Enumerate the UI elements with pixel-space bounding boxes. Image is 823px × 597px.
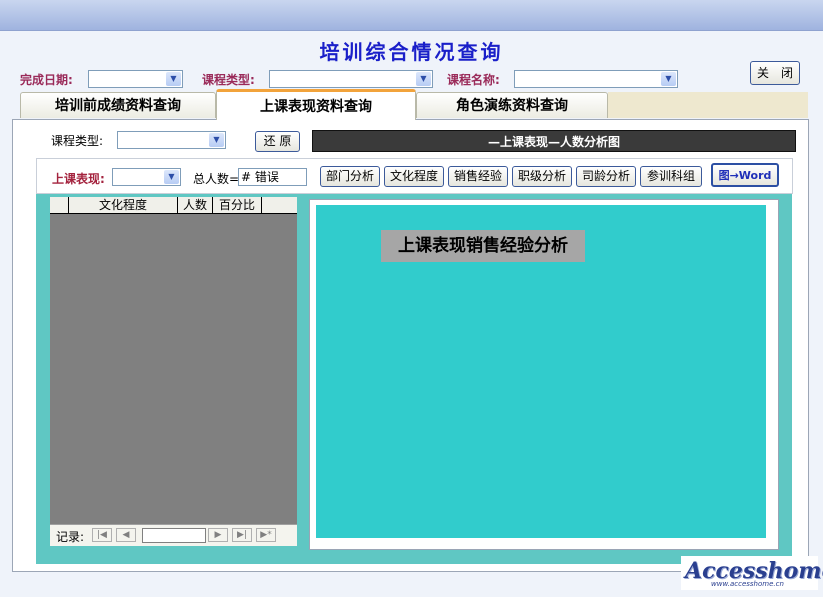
tab-class-performance[interactable]: 上课表现资料查询: [216, 89, 416, 120]
course-type-label: 课程类型:: [202, 73, 255, 87]
panel-course-type-combo[interactable]: ▼: [117, 131, 226, 149]
chevron-down-icon[interactable]: ▼: [416, 72, 431, 86]
close-button[interactable]: 关 闭: [750, 61, 800, 85]
course-type-combo[interactable]: ▼: [269, 70, 433, 88]
new-record-icon[interactable]: ▶*: [256, 528, 276, 542]
record-label: 记录:: [56, 530, 85, 544]
chart-title: 上课表现销售经验分析: [381, 230, 585, 262]
record-number-field[interactable]: [142, 528, 206, 543]
chevron-down-icon[interactable]: ▼: [209, 133, 224, 147]
chevron-down-icon[interactable]: ▼: [166, 72, 181, 86]
panel-course-type-label: 课程类型:: [51, 134, 104, 148]
window-titlebar: [0, 0, 823, 31]
completion-date-label: 完成日期:: [20, 73, 73, 87]
rank-analysis-button[interactable]: 职级分析: [512, 166, 572, 187]
chevron-down-icon[interactable]: ▼: [164, 170, 179, 184]
grid-header: 文化程度 人数 百分比: [50, 197, 297, 214]
export-to-word-button[interactable]: 图→Word: [711, 163, 779, 187]
record-navigator: 记录: |◀ ◀ ▶ ▶| ▶*: [50, 524, 297, 546]
form-title: 培训综合情况查询: [319, 40, 504, 64]
total-count-label: 总人数=: [193, 172, 240, 186]
grid-column-education[interactable]: 文化程度: [69, 197, 178, 213]
grid-row-selector-header[interactable]: [50, 197, 69, 213]
watermark-url: www.accesshome.cn: [711, 580, 784, 588]
restore-button[interactable]: 还 原: [255, 131, 300, 152]
accesshome-logo: Accesshome www.accesshome.cn: [681, 556, 823, 590]
grid-column-count[interactable]: 人数: [178, 197, 213, 213]
performance-label: 上课表现:: [52, 172, 105, 186]
sales-experience-button[interactable]: 销售经验: [448, 166, 508, 187]
education-level-button[interactable]: 文化程度: [384, 166, 444, 187]
tab-pre-training-scores[interactable]: 培训前成绩资料查询: [20, 92, 216, 118]
performance-combo[interactable]: ▼: [112, 168, 181, 186]
tabstrip-background: [608, 92, 808, 118]
chevron-down-icon[interactable]: ▼: [661, 72, 676, 86]
last-record-icon[interactable]: ▶|: [232, 528, 252, 542]
department-analysis-button[interactable]: 部门分析: [320, 166, 380, 187]
first-record-icon[interactable]: |◀: [92, 528, 112, 542]
previous-record-icon[interactable]: ◀: [116, 528, 136, 542]
tab-role-play[interactable]: 角色演练资料查询: [416, 92, 608, 118]
next-record-icon[interactable]: ▶: [208, 528, 228, 542]
data-grid[interactable]: 文化程度 人数 百分比: [50, 197, 297, 545]
chart-header-bar: —上课表现—人数分析图: [312, 130, 796, 152]
grid-column-percentage[interactable]: 百分比: [213, 197, 262, 213]
tenure-analysis-button[interactable]: 司龄分析: [576, 166, 636, 187]
completion-date-combo[interactable]: ▼: [88, 70, 183, 88]
course-name-combo[interactable]: ▼: [514, 70, 678, 88]
total-count-field[interactable]: # 错误: [238, 168, 307, 186]
training-group-button[interactable]: 参训科组: [640, 166, 702, 187]
course-name-label: 课程名称:: [447, 73, 500, 87]
